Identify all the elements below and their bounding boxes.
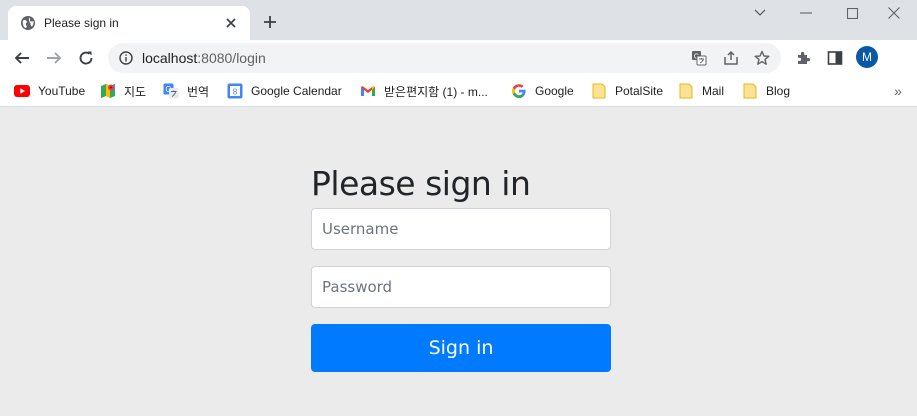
site-info-icon[interactable] [116, 48, 136, 68]
bookmark-maps[interactable]: 지도 [100, 80, 146, 102]
bookmark-label: Google [535, 84, 574, 98]
password-input[interactable] [311, 266, 611, 308]
gmail-icon [360, 83, 376, 99]
bookmark-star-icon[interactable] [751, 47, 773, 69]
bookmark-label: 지도 [124, 84, 147, 99]
tab-search-icon[interactable] [737, 0, 783, 26]
share-icon[interactable] [720, 47, 742, 69]
page-content: Please sign in Sign in [0, 108, 917, 416]
tab-title: Please sign in [44, 16, 119, 30]
translate-icon: G [163, 83, 179, 99]
bookmark-label: YouTube [38, 84, 86, 98]
username-input[interactable] [311, 208, 611, 250]
bookmark-translate[interactable]: G 번역 [163, 80, 209, 102]
url-host: localhost [142, 50, 198, 66]
bookmark-label: Mail [702, 84, 725, 98]
browser-tab[interactable]: Please sign in [8, 6, 250, 40]
bookmark-label: Blog [766, 84, 791, 98]
folder-icon [742, 83, 758, 99]
bookmark-label: 번역 [187, 84, 210, 99]
minimize-icon[interactable] [783, 0, 829, 26]
bookmark-youtube[interactable]: YouTube [14, 80, 85, 102]
sign-in-button[interactable]: Sign in [311, 324, 611, 372]
close-window-icon[interactable] [871, 0, 917, 26]
bookmark-google-calendar[interactable]: 8 Google Calendar [227, 80, 342, 102]
youtube-icon [14, 83, 30, 99]
google-icon [511, 83, 527, 99]
bookmark-label: 받은편지함 (1) - m... [384, 84, 488, 99]
tab-strip: Please sign in [0, 0, 917, 40]
bookmark-label: Google Calendar [251, 84, 342, 98]
globe-icon [20, 15, 36, 31]
bookmark-gmail[interactable]: 받은편지함 (1) - m... [360, 80, 488, 102]
more-bookmarks-icon[interactable]: » [889, 81, 907, 101]
new-tab-icon[interactable] [260, 12, 280, 32]
bookmark-google[interactable]: Google [511, 80, 574, 102]
close-tab-icon[interactable] [222, 14, 240, 32]
signin-heading: Please sign in [311, 164, 531, 203]
folder-icon [678, 83, 694, 99]
address-url: localhost:8080/login [142, 50, 266, 66]
translate-page-icon[interactable]: G [688, 47, 710, 69]
address-bar[interactable]: localhost:8080/login G [108, 43, 781, 73]
calendar-icon: 8 [227, 83, 243, 99]
bookmark-folder-mail[interactable]: Mail [678, 80, 724, 102]
profile-avatar[interactable]: M [856, 46, 878, 68]
bookmark-label: PotalSite [615, 84, 664, 98]
bookmark-folder-potalsite[interactable]: PotalSite [591, 80, 663, 102]
maximize-icon[interactable] [829, 0, 875, 26]
bookmark-folder-blog[interactable]: Blog [742, 80, 790, 102]
svg-text:8: 8 [233, 88, 238, 97]
reload-icon[interactable] [72, 44, 100, 72]
url-path: :8080/login [197, 50, 266, 66]
side-panel-icon[interactable] [821, 44, 849, 72]
maps-icon [100, 83, 116, 99]
back-icon[interactable] [8, 44, 36, 72]
browser-toolbar: localhost:8080/login G M [0, 40, 917, 76]
folder-icon [591, 83, 607, 99]
bookmarks-bar: YouTube 지도 G 번역 8 Google Calendar 받은편지함 … [0, 76, 917, 107]
forward-icon[interactable] [40, 44, 68, 72]
extensions-icon[interactable] [789, 44, 817, 72]
